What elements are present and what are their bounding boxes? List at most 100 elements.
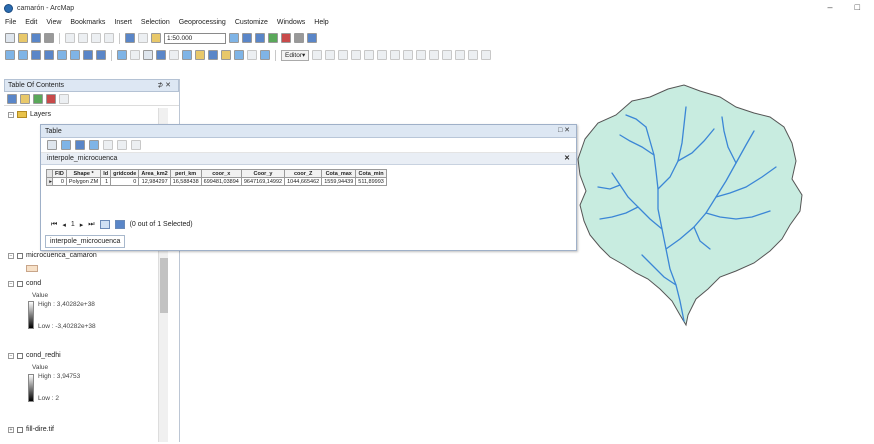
list-by-drawing-order-icon[interactable] [7, 93, 17, 104]
close-table-tab-button[interactable]: ✕ [564, 154, 570, 162]
table-bottom-tab[interactable]: interpole_microcuenca [45, 235, 126, 248]
measure-icon[interactable] [195, 50, 205, 60]
layer-row-microcuenca[interactable]: − microcuenca_camaron [8, 252, 97, 259]
menu-help[interactable]: Help [314, 19, 328, 26]
table-cell[interactable]: 1044,665462 [284, 177, 323, 186]
toc-window-icon[interactable] [242, 33, 252, 43]
table-cell[interactable]: 9647169,14992 [240, 177, 286, 186]
maximize-button[interactable]: □ [855, 2, 860, 12]
show-all-records-icon[interactable] [99, 220, 110, 229]
column-header-shape[interactable]: Shape * [65, 169, 102, 178]
menu-insert[interactable]: Insert [114, 19, 132, 26]
table-window-controls[interactable]: □ ✕ [558, 126, 570, 134]
last-record-button[interactable]: ⏭ [88, 221, 94, 229]
expand-icon[interactable]: + [8, 426, 14, 433]
table-cell[interactable]: 1559,94439 [321, 177, 357, 186]
create-features-icon[interactable] [481, 50, 492, 60]
list-by-selection-icon[interactable] [46, 93, 56, 104]
new-icon[interactable] [5, 33, 15, 43]
table-cell[interactable]: 1 [100, 177, 112, 186]
scrollbar-thumb[interactable] [160, 258, 168, 313]
select-features-icon[interactable] [117, 50, 127, 60]
menu-file[interactable]: File [5, 19, 16, 26]
go-to-xy-icon[interactable] [234, 50, 244, 60]
fixed-zoom-out-icon[interactable] [70, 50, 80, 60]
search-window-icon[interactable] [268, 33, 278, 43]
layer-visibility-checkbox[interactable] [17, 252, 23, 259]
arctoolbox-icon[interactable] [281, 33, 291, 43]
undo-icon[interactable] [125, 33, 135, 43]
table-window-titlebar[interactable]: Table □ ✕ [41, 125, 576, 138]
delete-selected-icon[interactable] [131, 140, 141, 150]
table-cell[interactable]: 0 [52, 177, 67, 186]
layer-row-fill-dire[interactable]: + fill-dire.tif [8, 426, 54, 433]
column-header-cota-min[interactable]: Cota_min [355, 169, 387, 178]
table-row[interactable]: ▸ 0 Polygon ZM 1 0 12,984297 16,588438 6… [46, 177, 387, 186]
menu-selection[interactable]: Selection [141, 19, 170, 26]
list-by-source-icon[interactable] [20, 93, 30, 104]
cut-polygons-icon[interactable] [416, 50, 427, 60]
previous-record-button[interactable]: ◂ [62, 221, 66, 229]
redo-icon[interactable] [138, 33, 148, 43]
layers-group-row[interactable]: − Layers [8, 111, 51, 118]
list-by-visibility-icon[interactable] [33, 93, 43, 104]
catalog-window-icon[interactable] [255, 33, 265, 43]
row-selector[interactable]: ▸ [46, 177, 53, 186]
editor-menu-button[interactable]: Editor▾ [281, 49, 310, 61]
current-record-input[interactable]: 1 [71, 221, 75, 228]
layer-visibility-checkbox[interactable] [17, 426, 23, 433]
collapse-icon[interactable]: − [8, 252, 14, 259]
select-by-attributes-icon[interactable] [75, 140, 85, 150]
sketch-properties-icon[interactable] [468, 50, 479, 60]
paste-icon[interactable] [91, 33, 101, 43]
column-header-fid[interactable]: FID [52, 169, 67, 178]
related-tables-icon[interactable] [61, 140, 71, 150]
layer-row-cond[interactable]: − cond [8, 280, 41, 287]
trace-icon[interactable] [364, 50, 375, 60]
table-cell[interactable]: 0 [110, 177, 140, 186]
menu-bookmarks[interactable]: Bookmarks [70, 19, 105, 26]
collapse-icon[interactable]: − [8, 352, 14, 359]
copy-icon[interactable] [78, 33, 88, 43]
attributes-icon[interactable] [455, 50, 466, 60]
show-selected-records-icon[interactable] [114, 220, 125, 229]
zoom-to-selected-icon[interactable] [117, 140, 127, 150]
save-icon[interactable] [31, 33, 41, 43]
split-icon[interactable] [429, 50, 440, 60]
edit-tool-icon[interactable] [312, 50, 323, 60]
layer-visibility-checkbox[interactable] [17, 280, 23, 287]
collapse-icon[interactable]: − [8, 111, 14, 118]
menu-view[interactable]: View [46, 19, 61, 26]
table-cell[interactable]: 12,984297 [138, 177, 171, 186]
table-cell[interactable]: 511,89993 [355, 177, 387, 186]
layer-row-cond-redhi[interactable]: − cond_redhi [8, 352, 61, 359]
hyperlink-icon[interactable] [169, 50, 179, 60]
table-cell[interactable]: Polygon ZM [65, 177, 102, 186]
minimize-button[interactable]: – [828, 2, 833, 12]
table-window[interactable]: Table □ ✕ interpole_microcuenca ✕ FID Sh… [40, 124, 577, 251]
edit-annotation-icon[interactable] [325, 50, 336, 60]
toc-pin-close-button[interactable]: ⊅ ✕ [157, 81, 171, 89]
html-popup-icon[interactable] [182, 50, 192, 60]
zoom-out-icon[interactable] [18, 50, 28, 60]
column-header-coor-y[interactable]: Coor_y [240, 169, 286, 178]
reshape-icon[interactable] [403, 50, 414, 60]
table-cell[interactable]: 16,588438 [169, 177, 202, 186]
column-header-coor-z[interactable]: coor_Z [284, 169, 323, 178]
menu-customize[interactable]: Customize [235, 19, 268, 26]
full-extent-icon[interactable] [44, 50, 54, 60]
table-cell[interactable]: 699481,03894 [200, 177, 242, 186]
zoom-in-icon[interactable] [5, 50, 15, 60]
python-window-icon[interactable] [294, 33, 304, 43]
modelbuilder-icon[interactable] [307, 33, 317, 43]
watershed-polygon[interactable] [577, 84, 803, 327]
fixed-zoom-in-icon[interactable] [57, 50, 67, 60]
delete-icon[interactable] [104, 33, 114, 43]
clear-selection-icon[interactable] [130, 50, 140, 60]
rotate-icon[interactable] [442, 50, 453, 60]
back-extent-icon[interactable] [83, 50, 93, 60]
collapse-icon[interactable]: − [8, 280, 14, 287]
column-header-peri[interactable]: peri_km [169, 169, 202, 178]
editor-toolbar-icon[interactable] [229, 33, 239, 43]
menu-geoprocessing[interactable]: Geoprocessing [179, 19, 226, 26]
